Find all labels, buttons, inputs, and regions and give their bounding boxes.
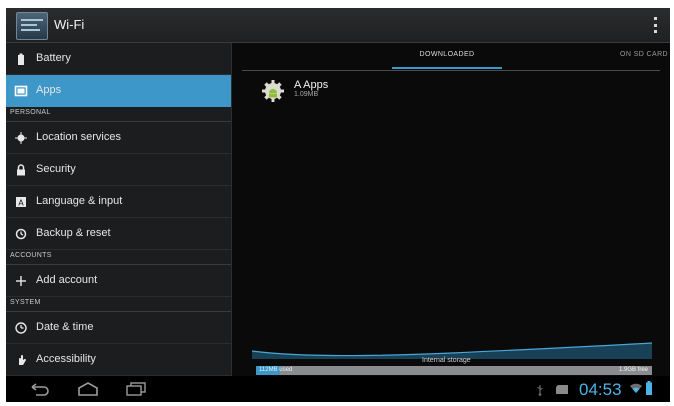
settings-app-icon[interactable]: [16, 12, 48, 40]
sidebar-item-security[interactable]: Security: [6, 154, 231, 186]
tab-downloaded[interactable]: DOWNLOADED: [392, 51, 502, 69]
hand-icon: [14, 353, 28, 367]
sidebar-item-apps[interactable]: Apps: [6, 75, 231, 107]
location-icon: [14, 131, 28, 145]
sidebar-item-date-time[interactable]: Date & time: [6, 312, 231, 344]
navigation-bar: 04:53: [6, 376, 670, 402]
sidebar-item-label: Date & time: [36, 321, 94, 333]
lock-icon: [14, 163, 28, 177]
plus-icon: [14, 274, 28, 288]
overflow-menu-icon[interactable]: [654, 17, 658, 33]
storage-reflection: [252, 342, 652, 359]
home-icon[interactable]: [76, 381, 100, 397]
sidebar-item-location-services[interactable]: Location services: [6, 122, 231, 154]
sidebar-item-label: Backup & reset: [36, 227, 111, 239]
storage-free-label: 1.9GB free: [618, 367, 648, 373]
backup-icon: [14, 227, 28, 241]
svg-text:A: A: [18, 199, 24, 208]
apps-icon: [14, 84, 28, 98]
sidebar-item-accessibility[interactable]: Accessibility: [6, 344, 231, 376]
section-header-personal: PERSONAL: [6, 107, 231, 122]
apps-pane: DOWNLOADED ON SD CARD A Apps 1.09MB Inte…: [232, 43, 670, 376]
keyboard-icon: A: [14, 195, 28, 209]
back-icon[interactable]: [28, 381, 52, 397]
section-header-system: SYSTEM: [6, 297, 231, 312]
battery-icon: [14, 52, 28, 66]
section-header-accounts: ACCOUNTS: [6, 250, 231, 265]
sidebar-item-language-input[interactable]: A Language & input: [6, 186, 231, 218]
sidebar-item-add-account[interactable]: Add account: [6, 265, 231, 297]
clock-icon: [14, 321, 28, 335]
action-bar-title: Wi-Fi: [54, 17, 85, 32]
sidebar-item-label: Security: [36, 163, 76, 175]
storage-caption: Internal storage: [422, 357, 471, 364]
sidebar-item-label: Language & input: [36, 195, 123, 207]
sidebar-item-label: Apps: [36, 84, 62, 96]
recent-apps-icon[interactable]: [124, 381, 148, 397]
sidebar-item-label: Location services: [36, 131, 121, 143]
section-label: ACCOUNTS: [10, 252, 52, 259]
settings-list: Battery Apps PERSONAL Location services …: [6, 43, 232, 376]
status-clock: 04:53: [579, 380, 622, 399]
sidebar-item-label: Add account: [36, 274, 98, 286]
android-app-icon: [260, 78, 286, 104]
tablet-screen: Wi-Fi Battery Apps PERSONAL Location ser…: [6, 8, 670, 402]
section-label: SYSTEM: [10, 299, 41, 306]
storage-used-label: 112MB used: [259, 367, 293, 373]
app-size: 1.09MB: [294, 91, 319, 98]
battery-status-icon: [646, 381, 652, 395]
usb-icon: [537, 385, 543, 396]
tab-indicator: [392, 67, 502, 69]
tab-divider: [242, 70, 660, 71]
tab-on-sd-card[interactable]: ON SD CARD: [620, 51, 668, 58]
storage-usage-bar: 112MB used 1.9GB free: [256, 366, 652, 375]
sd-card-icon: [556, 385, 568, 394]
app-name: A Apps: [294, 79, 329, 91]
sidebar-item-label: Accessibility: [36, 353, 96, 365]
sidebar-item-label: Battery: [36, 52, 71, 64]
sidebar-item-battery[interactable]: Battery: [6, 43, 231, 75]
sidebar-item-backup-reset[interactable]: Backup & reset: [6, 218, 231, 250]
app-list-item[interactable]: A Apps 1.09MB: [260, 78, 650, 108]
tab-label: DOWNLOADED: [419, 51, 475, 58]
section-label: PERSONAL: [10, 109, 51, 116]
action-bar: Wi-Fi: [6, 8, 670, 43]
wifi-icon: [630, 383, 642, 393]
